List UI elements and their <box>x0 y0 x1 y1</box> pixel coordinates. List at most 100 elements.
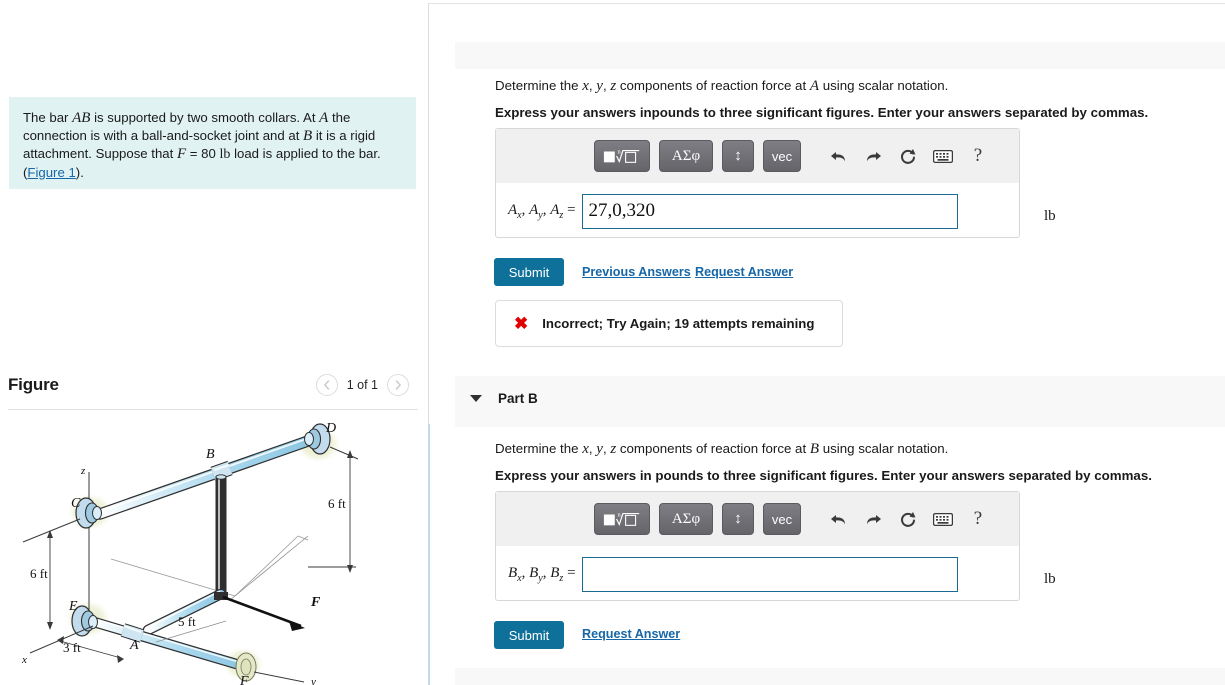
figure-page-label: 1 of 1 <box>346 378 378 392</box>
mechanics-diagram-svg: z x y C D B E A F F 6 ft 6 ft 3 ft 5 ft <box>21 421 359 685</box>
dim-bottom-3ft: 3 ft <box>63 640 81 655</box>
help-icon[interactable]: ? <box>965 141 991 171</box>
top-band <box>455 42 1225 69</box>
pa-q-x: x <box>582 78 589 94</box>
undo-icon[interactable] <box>825 141 851 171</box>
label-B: B <box>206 447 215 462</box>
redo-icon[interactable] <box>860 504 886 534</box>
vec-button[interactable]: vec <box>763 140 801 172</box>
redo-glyph <box>866 514 881 524</box>
partB-answer-card: n ΑΣφ ↕ vec ? Bx, By, Bz = <box>495 491 1020 601</box>
label-F-force: F <box>310 595 321 610</box>
keyboard-icon[interactable] <box>930 504 956 534</box>
partB-answer-label: Bx, By, Bz = <box>508 564 576 584</box>
partA-question: Determine the x, y, z components of reac… <box>495 77 1195 95</box>
partB-unit: lb <box>1044 571 1056 587</box>
template-icon[interactable]: n <box>594 503 650 535</box>
partB-toolbar: n ΑΣφ ↕ vec ? <box>496 492 1019 546</box>
panel-divider <box>428 4 429 424</box>
ps-seg5: = 80 <box>186 146 220 161</box>
reset-glyph <box>901 511 916 527</box>
template-icon[interactable]: n <box>594 140 650 172</box>
svg-text:n: n <box>617 148 621 155</box>
partA-answer-row: Ax, Ay, Az = <box>496 183 1019 239</box>
page-root: The bar AB is supported by two smooth co… <box>0 0 1225 685</box>
pa-q-prefix: Determine the <box>495 78 583 93</box>
figure-divider <box>8 409 418 410</box>
right-panel: Determine the x, y, z components of reac… <box>430 0 1225 685</box>
math-template-glyph: n <box>603 148 640 163</box>
reset-icon[interactable] <box>895 141 921 171</box>
label-A: A <box>129 638 139 653</box>
partB-answer-input[interactable] <box>581 556 958 592</box>
redo-glyph <box>866 151 881 161</box>
svg-text:n: n <box>617 511 621 518</box>
partA-feedback: ✖ Incorrect; Try Again; 19 attempts rema… <box>495 300 843 347</box>
updown-arrows-button[interactable]: ↕ <box>722 503 754 535</box>
partA-answer-card: n ΑΣφ ↕ vec ? Ax, Ay, Az = 27,0,320 <box>495 128 1020 238</box>
error-x-icon: ✖ <box>514 313 529 333</box>
reset-glyph <box>901 148 916 164</box>
greek-symbols-button[interactable]: ΑΣφ <box>659 140 713 172</box>
pb-q-mid: components of reaction force at <box>616 441 810 456</box>
label-C: C <box>71 496 81 511</box>
pa-q-mid: components of reaction force at <box>616 78 810 93</box>
greek-symbols-button[interactable]: ΑΣφ <box>659 503 713 535</box>
pa-q-suffix: using scalar notation. <box>819 78 949 93</box>
partA-toolbar: n ΑΣφ ↕ vec ? <box>496 129 1019 183</box>
ps-seg1: The bar <box>23 110 73 125</box>
figure-next-button[interactable] <box>387 374 409 396</box>
dim-left-6ft: 6 ft <box>30 566 48 581</box>
reset-icon[interactable] <box>895 504 921 534</box>
partA-instruction: Express your answers inpounds to three s… <box>495 105 1149 120</box>
figure-1-link[interactable]: Figure 1 <box>27 165 75 180</box>
help-icon[interactable]: ? <box>965 504 991 534</box>
label-y: y <box>310 676 316 685</box>
label-D: D <box>325 421 336 436</box>
pb-q-prefix: Determine the <box>495 441 583 456</box>
keyboard-glyph <box>933 149 953 163</box>
partA-previous-answers-link[interactable]: Previous Answers <box>582 265 691 279</box>
keyboard-icon[interactable] <box>930 141 956 171</box>
partB-answer-row: Bx, By, Bz = <box>496 546 1019 602</box>
undo-glyph <box>830 151 845 161</box>
partB-request-answer-link[interactable]: Request Answer <box>582 627 680 641</box>
pb-q-point: B <box>809 441 820 457</box>
undo-icon[interactable] <box>825 504 851 534</box>
updown-arrows-button[interactable]: ↕ <box>722 140 754 172</box>
chevron-right-icon <box>395 380 401 390</box>
pb-q-suffix: using scalar notation. <box>819 441 949 456</box>
partB-header-band <box>455 376 1225 427</box>
label-E: E <box>68 599 78 614</box>
ps-force-f: F <box>176 146 187 162</box>
partA-request-answer-link[interactable]: Request Answer <box>695 265 793 279</box>
pa-q-y: y <box>596 78 603 94</box>
ps-seg7: ). <box>75 165 84 180</box>
partB-title: Part B <box>498 391 538 406</box>
partB-header[interactable]: Part B <box>470 391 538 406</box>
partA-feedback-text: Incorrect; Try Again; 19 attempts remain… <box>542 316 815 331</box>
vec-button[interactable]: vec <box>763 503 801 535</box>
dim-right-6ft: 6 ft <box>328 496 346 511</box>
label-z: z <box>80 465 86 477</box>
partA-submit-button[interactable]: Submit <box>494 258 564 286</box>
redo-icon[interactable] <box>860 141 886 171</box>
partB-submit-button[interactable]: Submit <box>494 621 564 649</box>
ps-bar-ab: AB <box>72 110 91 126</box>
problem-statement-box: The bar AB is supported by two smooth co… <box>9 97 416 189</box>
partA-unit: lb <box>1044 208 1056 224</box>
figure-header: Figure 1 of 1 <box>8 374 418 407</box>
figure-image[interactable]: z x y C D B E A F F 6 ft 6 ft 3 ft 5 ft <box>8 414 420 685</box>
problem-statement-text: The bar AB is supported by two smooth co… <box>23 109 402 182</box>
chevron-left-icon <box>324 380 330 390</box>
figure-prev-button[interactable] <box>315 374 338 396</box>
left-panel: The bar AB is supported by two smooth co… <box>0 0 428 685</box>
math-template-glyph: n <box>603 511 640 526</box>
label-F-lower: F <box>239 674 249 685</box>
ps-point-a: A <box>319 110 329 126</box>
bottom-band <box>455 668 1225 685</box>
pb-q-x: x <box>582 441 589 457</box>
partA-answer-input[interactable] <box>581 193 958 229</box>
caret-down-icon[interactable] <box>470 395 482 402</box>
label-x: x <box>21 654 27 666</box>
